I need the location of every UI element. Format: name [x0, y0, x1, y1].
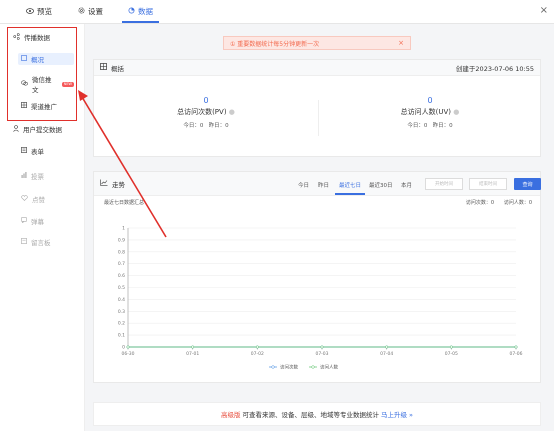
update-notice: ① 重要数据统计每5分钟更新一次 × — [223, 36, 411, 50]
help-icon[interactable]: ● — [229, 108, 235, 116]
y-tick-label: 0.8 — [118, 249, 125, 255]
y-tick-label: 0 — [122, 345, 125, 351]
y-tick-label: 0.5 — [118, 285, 125, 291]
sidebar-item-label: 表单 — [31, 148, 44, 156]
legend-marker — [271, 365, 275, 369]
uv-today-row: 今日：0 昨日：0 — [318, 121, 542, 129]
legend-label: 访问次数 — [280, 364, 298, 371]
highlight-box — [7, 27, 77, 121]
data-point — [449, 345, 453, 349]
x-tick-label: 07-04 — [380, 351, 393, 357]
uv-label-row: 总访问人数(UV) ● — [318, 107, 542, 117]
heart-icon — [21, 195, 28, 203]
y-tick-label: 0.2 — [118, 321, 125, 327]
user-icon — [13, 124, 19, 134]
overview-title: 概括 — [111, 64, 124, 73]
legend-label: 访问人数 — [320, 364, 338, 371]
uv-label: 总访问人数(UV) — [400, 108, 452, 116]
notice-text: ① 重要数据统计每5分钟更新一次 — [230, 40, 320, 48]
created-time: 创建于2023-07-06 10:55 — [455, 64, 534, 73]
y-tick-label: 0.6 — [118, 273, 125, 279]
y-tick-label: 0.1 — [118, 333, 125, 339]
sidebar-item-label: 点赞 — [32, 196, 45, 204]
bar-icon — [21, 172, 27, 180]
pv-label-row: 总访问次数(PV) ● — [94, 107, 318, 117]
data-point — [320, 345, 324, 349]
sidebar-item-danmu[interactable]: 弹幕 — [18, 215, 74, 227]
sidebar-item-form[interactable]: 表单 — [18, 145, 74, 157]
tab-settings[interactable]: 设置 — [78, 6, 103, 17]
x-tick-label: 07-05 — [445, 351, 458, 357]
upgrade-prefix: 高级版 — [220, 411, 241, 419]
data-point — [126, 345, 130, 349]
trend-card: 走势 今日 昨日 最近七日 最近30日 本月 开始时间 结束时间 查询 最近七日… — [93, 171, 541, 383]
tab-data[interactable]: 数据 — [122, 6, 159, 23]
y-tick-label: 0.7 — [118, 261, 125, 267]
close-icon[interactable]: × — [540, 5, 548, 16]
uv-value: 0 — [427, 96, 433, 105]
sidebar-group-user-data-label: 用户提交数据 — [23, 126, 62, 134]
x-tick-label: 07-03 — [315, 351, 328, 357]
y-tick-label: 0.3 — [118, 309, 125, 315]
data-point — [191, 345, 195, 349]
pie-chart-icon — [128, 7, 135, 16]
tab-preview[interactable]: 预览 — [26, 6, 52, 17]
tab-active-underline — [122, 21, 159, 23]
data-point — [514, 345, 518, 349]
pv-block: 0 总访问次数(PV) ● 今日：0 昨日：0 — [94, 96, 318, 129]
tab-settings-label: 设置 — [88, 7, 103, 16]
form-icon — [21, 147, 27, 155]
board-icon — [21, 238, 27, 246]
grid-icon — [100, 63, 107, 72]
danmu-icon — [21, 217, 27, 225]
top-tab-bar: 预览 设置 数据 × — [0, 0, 554, 24]
trend-line-chart: 0 0.1 0.2 0.3 0.4 0.5 0.6 0.7 0.8 0.9 1 06-30 07-01 0… — [118, 226, 523, 371]
sidebar-item-label: 留言板 — [31, 239, 51, 247]
sidebar-item-label: 投票 — [31, 173, 44, 181]
eye-icon — [26, 7, 34, 16]
notice-close-icon[interactable]: × — [398, 39, 404, 47]
upgrade-link[interactable]: 马上升级 » — [381, 409, 413, 419]
y-tick-label: 0.4 — [118, 297, 125, 303]
data-point — [385, 345, 389, 349]
uv-block: 0 总访问人数(UV) ● 今日：0 昨日：0 — [318, 96, 542, 129]
sidebar-item-board[interactable]: 留言板 — [18, 236, 74, 248]
legend-marker — [311, 365, 315, 369]
pv-value: 0 — [203, 96, 209, 105]
overview-card: 概括 创建于2023-07-06 10:55 0 总访问次数(PV) ● 今日：… — [93, 59, 541, 157]
upgrade-text: 可查看来源、设备、层级、地域等专业数据统计 — [242, 411, 379, 419]
pv-yesterday: 昨日：0 — [208, 123, 229, 129]
upgrade-banner: 高级版 可查看来源、设备、层级、地域等专业数据统计 马上升级 » — [93, 402, 541, 426]
sidebar-item-like[interactable]: 点赞 — [18, 193, 74, 205]
uv-yesterday: 昨日：0 — [432, 123, 453, 129]
x-tick-label: 07-06 — [509, 351, 522, 357]
main-content: ① 重要数据统计每5分钟更新一次 × 概括 创建于2023-07-06 10:5… — [85, 24, 554, 431]
tab-preview-label: 预览 — [37, 7, 52, 16]
y-tick-label: 1 — [122, 226, 125, 232]
x-tick-label: 06-30 — [121, 351, 134, 357]
sidebar-group-user-data: 用户提交数据 — [13, 124, 62, 134]
overview-header: 概括 创建于2023-07-06 10:55 — [94, 60, 540, 76]
data-point — [255, 345, 259, 349]
help-icon[interactable]: ● — [453, 108, 459, 116]
sidebar-item-vote[interactable]: 投票 — [18, 170, 74, 182]
y-tick-label: 0.9 — [118, 237, 125, 243]
pv-today-row: 今日：0 昨日：0 — [94, 121, 318, 129]
pv-label: 总访问次数(PV) — [177, 108, 227, 116]
sidebar-item-label: 弹幕 — [31, 218, 44, 226]
pv-today: 今日：0 — [183, 123, 204, 129]
gear-icon — [78, 7, 85, 16]
x-tick-label: 07-02 — [251, 351, 264, 357]
tab-data-label: 数据 — [138, 7, 153, 16]
uv-today: 今日：0 — [407, 123, 428, 129]
x-tick-label: 07-01 — [186, 351, 199, 357]
